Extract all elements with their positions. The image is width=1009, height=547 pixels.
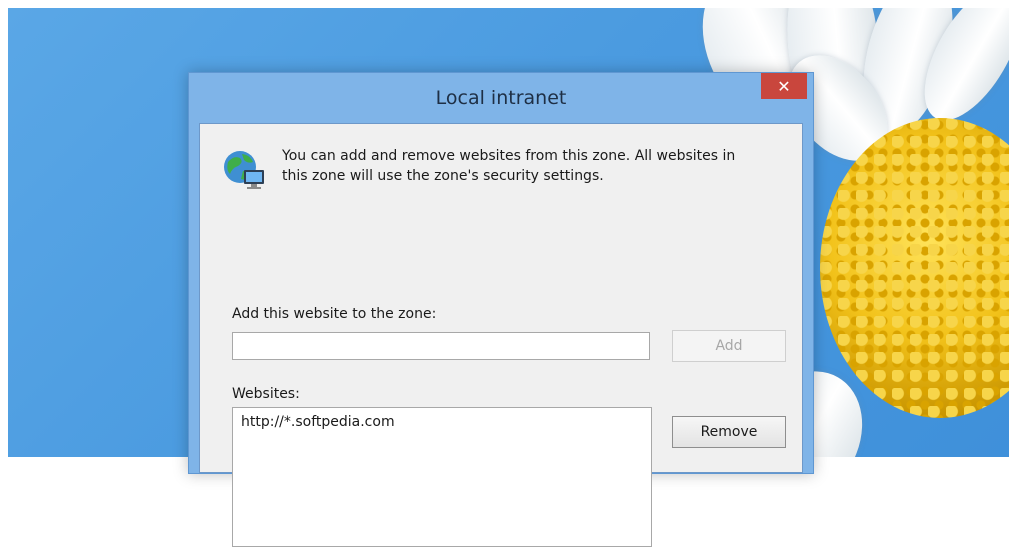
dialog-title: Local intranet <box>435 87 567 109</box>
close-icon: ✕ <box>777 76 791 96</box>
websites-list[interactable]: http://*.softpedia.com <box>232 407 652 547</box>
close-button[interactable]: ✕ <box>761 73 807 99</box>
intro-description: You can add and remove websites from thi… <box>282 148 736 184</box>
local-intranet-dialog: Local intranet ✕ You can add and remove … <box>188 72 814 547</box>
dialog-client-area: You can add and remove websites from thi… <box>199 123 803 547</box>
title-bar[interactable]: Local intranet ✕ <box>189 73 813 123</box>
intro-section: You can add and remove websites from thi… <box>220 146 762 196</box>
daisy-center <box>820 118 1009 418</box>
website-input[interactable] <box>232 332 650 360</box>
websites-label: Websites: <box>232 386 300 402</box>
add-website-label: Add this website to the zone: <box>232 306 437 322</box>
globe-computer-icon <box>220 146 270 196</box>
add-button[interactable]: Add <box>672 330 786 362</box>
list-item[interactable]: http://*.softpedia.com <box>233 408 651 436</box>
remove-button[interactable]: Remove <box>672 416 786 448</box>
